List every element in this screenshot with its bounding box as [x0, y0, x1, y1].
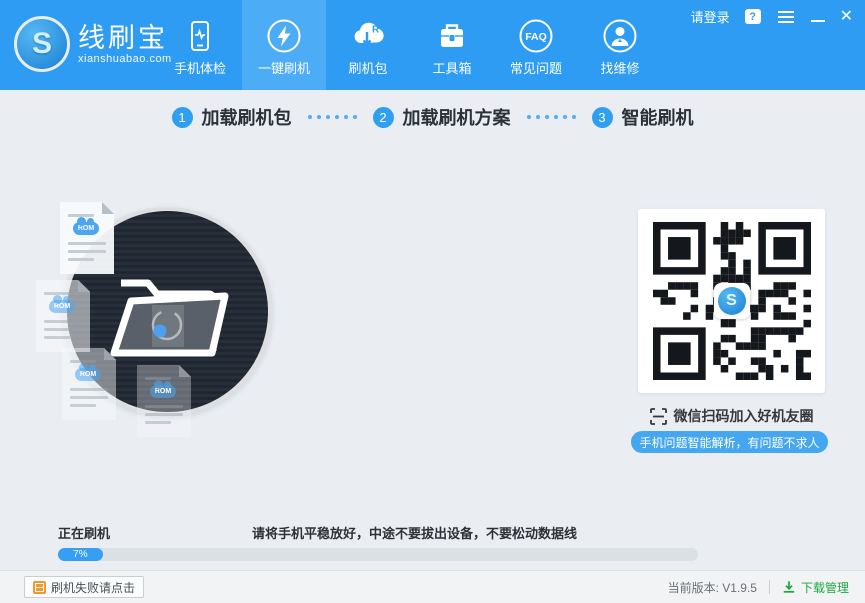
flash-fail-button[interactable]: 刷机失败请点击: [24, 576, 144, 598]
login-link[interactable]: 请登录: [691, 7, 730, 26]
qr-center-logo: S: [714, 283, 750, 319]
download-manager-link[interactable]: 下载管理: [782, 579, 849, 596]
open-folder-icon: [103, 263, 233, 363]
window-controls: 请登录 ? ✕: [691, 7, 853, 26]
scan-icon: [650, 408, 667, 425]
progress-bar: 7%: [58, 548, 698, 561]
main-nav: 手机体检 一键刷机 R 刷机包 工具箱: [158, 0, 662, 90]
minimize-icon[interactable]: [811, 10, 825, 24]
faq-icon: FAQ: [516, 16, 556, 56]
qr-caption-text: 微信扫码加入好机友圈: [674, 406, 814, 426]
step-number: 3: [592, 107, 613, 128]
nav-label: 找维修: [600, 58, 639, 77]
nav-label: 一键刷机: [258, 58, 310, 77]
qr-tagline-pill: 手机问题智能解析，有问题不求人: [631, 431, 828, 453]
svg-text:R: R: [372, 25, 380, 36]
rom-cloud-icon: R: [348, 16, 388, 56]
version-text: 当前版本: V1.9.5: [668, 579, 757, 596]
menu-icon[interactable]: [776, 9, 796, 25]
phone-check-icon: [180, 16, 220, 56]
progress-fill: 7%: [58, 548, 103, 561]
brand-logo-icon: S: [14, 16, 70, 72]
qr-code: S: [653, 222, 811, 380]
step-separator: [527, 115, 576, 119]
svg-text:FAQ: FAQ: [525, 31, 547, 43]
step-separator: [308, 115, 357, 119]
step-load-package: 1 加载刷机包: [172, 104, 292, 130]
help-icon[interactable]: ?: [745, 9, 761, 24]
nav-label: 手机体检: [174, 58, 226, 77]
app-window: S 线刷宝 xianshuabao.com 手机体检 一键刷机: [0, 0, 865, 603]
nav-tab-faq[interactable]: FAQ 常见问题: [494, 0, 578, 90]
repair-person-icon: [600, 16, 640, 56]
flash-warning-text: 请将手机平稳放好，中途不要拔出设备，不要松动数据线: [252, 523, 577, 542]
nav-tab-repair[interactable]: 找维修: [578, 0, 662, 90]
flash-steps: 1 加载刷机包 2 加载刷机方案 3 智能刷机: [0, 104, 865, 130]
nav-label: 常见问题: [510, 58, 562, 77]
footer-right: 当前版本: V1.9.5 下载管理: [668, 571, 849, 603]
rom-file-icon: ROM: [137, 365, 191, 437]
nav-label: 工具箱: [432, 58, 471, 77]
title-bar: S 线刷宝 xianshuabao.com 手机体检 一键刷机: [0, 0, 865, 90]
fail-button-label: 刷机失败请点击: [51, 579, 135, 596]
step-number: 2: [373, 107, 394, 128]
step-load-solution: 2 加载刷机方案: [373, 104, 511, 130]
fail-help-icon: [33, 581, 46, 594]
status-bar: 刷机失败请点击 当前版本: V1.9.5 下载管理: [0, 570, 865, 603]
lightning-icon: [264, 16, 304, 56]
nav-tab-onekey-flash[interactable]: 一键刷机: [242, 0, 326, 90]
qr-caption: 微信扫码加入好机友圈: [638, 406, 825, 426]
nav-tab-phone-check[interactable]: 手机体检: [158, 0, 242, 90]
nav-tab-rom-package[interactable]: R 刷机包: [326, 0, 410, 90]
download-label: 下载管理: [801, 579, 849, 596]
step-smart-flash: 3 智能刷机: [592, 104, 694, 130]
download-icon: [782, 580, 796, 594]
close-icon[interactable]: ✕: [840, 10, 853, 24]
flash-status-text: 正在刷机: [58, 523, 110, 542]
nav-tab-toolbox[interactable]: 工具箱: [410, 0, 494, 90]
brand-monogram: S: [32, 27, 52, 61]
toolbox-icon: [432, 16, 472, 56]
app-logo: S 线刷宝 xianshuabao.com: [14, 16, 172, 72]
rom-file-icon: ROM: [36, 280, 90, 352]
nav-label: 刷机包: [348, 58, 387, 77]
divider: [769, 580, 770, 594]
wechat-qr-card: S: [638, 209, 825, 393]
step-number: 1: [172, 107, 193, 128]
